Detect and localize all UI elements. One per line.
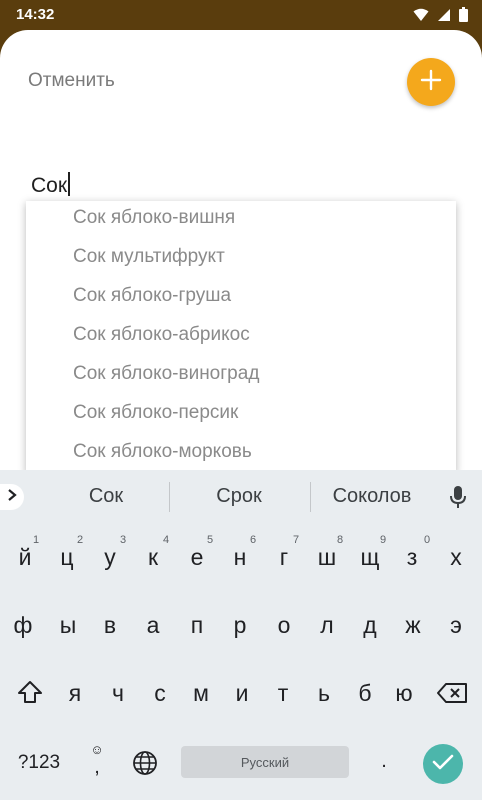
key-л[interactable]: л (315, 612, 339, 639)
suggestion-divider (169, 482, 170, 512)
key-р[interactable]: р (228, 612, 252, 639)
plus-icon (420, 69, 442, 96)
key-ф[interactable]: ф (11, 612, 35, 639)
checkmark-icon (432, 753, 454, 776)
cancel-button[interactable]: Отменить (28, 70, 115, 92)
key-у[interactable]: у (98, 544, 122, 571)
key-а[interactable]: а (141, 612, 165, 639)
status-bar: 14:32 (0, 0, 482, 30)
key-п[interactable]: п (185, 612, 209, 639)
key-hint: 7 (293, 534, 300, 546)
key-о[interactable]: о (272, 612, 296, 639)
space-bar-label: Русский (240, 754, 290, 770)
suggestion-item[interactable]: Сок яблоко-морковь (73, 441, 252, 463)
keyboard-suggestion-bar: Сок Срок Соколов (0, 470, 482, 524)
backspace-icon (436, 683, 468, 709)
key-и[interactable]: и (230, 680, 254, 707)
key-б[interactable]: б (353, 680, 377, 707)
key-ш[interactable]: ш (314, 544, 340, 571)
text-caret (68, 172, 71, 196)
shift-key[interactable] (16, 680, 44, 710)
suggestion-item[interactable]: Сок яблоко-груша (73, 285, 231, 307)
key-hint: 6 (250, 534, 257, 546)
emoji-icon[interactable]: ☺ (88, 742, 106, 757)
period-key[interactable]: . (377, 750, 391, 773)
key-hint: 0 (424, 534, 431, 546)
keyboard-suggestion[interactable]: Сок (66, 485, 146, 508)
symbols-key[interactable]: ?123 (14, 752, 64, 774)
signal-icon (437, 8, 451, 27)
suggestion-item[interactable]: Сок яблоко-абрикос (73, 324, 250, 346)
suggestion-item[interactable]: Сок яблоко-персик (73, 402, 238, 424)
shift-icon (17, 681, 43, 709)
backspace-key[interactable] (434, 682, 470, 710)
key-ж[interactable]: ж (400, 612, 426, 639)
key-hint: 5 (207, 534, 214, 546)
key-hint: 9 (380, 534, 387, 546)
suggestion-item[interactable]: Сок мультифрукт (73, 246, 225, 268)
key-г[interactable]: г (272, 544, 296, 571)
enter-key[interactable] (423, 744, 463, 784)
search-input-value: Сок (31, 172, 71, 198)
battery-icon (459, 7, 468, 27)
comma-key[interactable]: , (88, 756, 106, 779)
key-ю[interactable]: ю (390, 680, 418, 707)
key-т[interactable]: т (271, 680, 295, 707)
key-hint: 1 (33, 534, 40, 546)
microphone-icon[interactable] (449, 485, 467, 514)
space-bar[interactable]: Русский (181, 746, 349, 778)
status-icons (413, 7, 468, 27)
suggestion-item[interactable]: Сок яблоко-виноград (73, 363, 259, 385)
key-ь[interactable]: ь (312, 680, 336, 707)
chevron-right-icon (7, 488, 17, 506)
key-с[interactable]: с (148, 680, 172, 707)
key-hint: 8 (337, 534, 344, 546)
key-д[interactable]: д (358, 612, 382, 639)
key-щ[interactable]: щ (357, 544, 383, 571)
toolbar-toggle-button[interactable] (0, 484, 24, 510)
key-hint: 2 (77, 534, 84, 546)
key-ы[interactable]: ы (55, 612, 81, 639)
key-в[interactable]: в (98, 612, 122, 639)
key-й[interactable]: й (13, 544, 37, 571)
search-input[interactable]: Сок (30, 168, 454, 202)
suggestion-item[interactable]: Сок яблоко-вишня (73, 207, 235, 229)
key-hint: 3 (120, 534, 127, 546)
key-м[interactable]: м (188, 680, 214, 707)
key-х[interactable]: х (444, 544, 468, 571)
key-hint: 4 (163, 534, 170, 546)
add-button[interactable] (407, 58, 455, 106)
key-э[interactable]: э (444, 612, 468, 639)
globe-icon (132, 751, 158, 781)
language-key[interactable] (132, 750, 158, 782)
status-time: 14:32 (16, 6, 55, 23)
keyboard-suggestion[interactable]: Соколов (322, 485, 422, 508)
keyboard: Сок Срок Соколов й ц у к е н г ш щ з х 1… (0, 470, 482, 800)
key-ч[interactable]: ч (106, 680, 130, 707)
keyboard-suggestion[interactable]: Срок (196, 485, 282, 508)
key-ц[interactable]: ц (55, 544, 79, 571)
key-н[interactable]: н (228, 544, 252, 571)
suggestions-dropdown: Сок яблоко-вишня Сок мультифрукт Сок ябл… (26, 201, 456, 473)
key-е[interactable]: е (185, 544, 209, 571)
key-я[interactable]: я (63, 680, 87, 707)
wifi-icon (413, 8, 429, 27)
key-з[interactable]: з (400, 544, 424, 571)
suggestion-divider (310, 482, 311, 512)
key-к[interactable]: к (141, 544, 165, 571)
